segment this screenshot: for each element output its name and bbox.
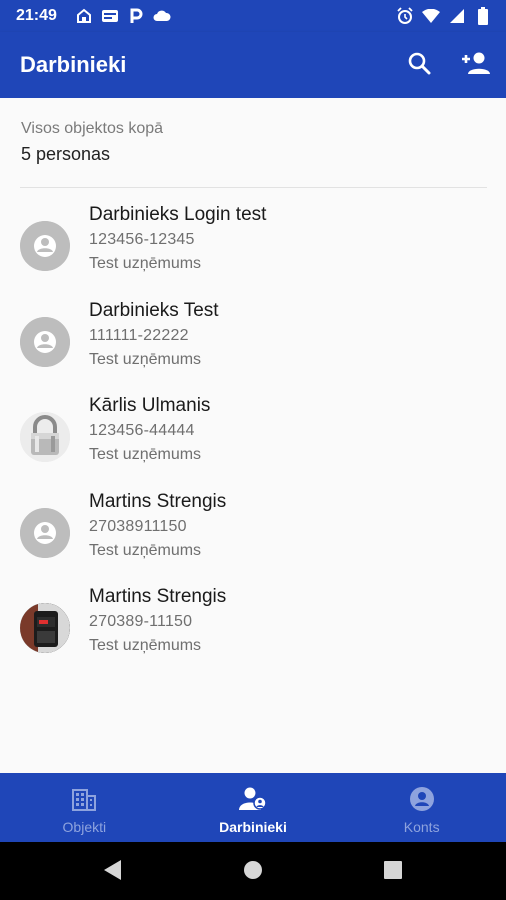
back-button[interactable] (101, 859, 123, 886)
list-item[interactable]: Martins Strengis 270389-11150 Test uzņēm… (0, 580, 506, 676)
app-bar-actions (404, 50, 490, 80)
employee-name: Martins Strengis (89, 490, 227, 512)
recents-button[interactable] (382, 860, 404, 884)
default-person-icon (20, 221, 70, 271)
add-person-icon (460, 51, 490, 80)
employee-name: Martins Strengis (89, 586, 227, 607)
list-item-text: Darbinieks Login test 123456-12345 Test … (89, 203, 266, 276)
building-icon (70, 785, 98, 813)
parking-icon (127, 7, 145, 25)
tab-label: Objekti (62, 819, 107, 835)
wifi-icon (422, 7, 440, 25)
status-left: 21:49 (16, 7, 171, 25)
employee-code: 123456-44444 (89, 422, 195, 439)
app-bar: Darbinieki (0, 32, 506, 98)
system-navigation-bar (0, 842, 506, 900)
summary-count: 5 personas (21, 144, 111, 164)
list-item-text: Martins Strengis 27038911150 Test uzņēmu… (89, 490, 226, 563)
employee-company: Test uzņēmums (89, 446, 202, 463)
summary-label: Visos objektos kopā (21, 120, 164, 137)
tab-label: Darbinieki (219, 819, 287, 835)
status-bar: 21:49 (0, 0, 506, 32)
tab-objekti[interactable]: Objekti (0, 773, 169, 842)
notification-card-icon (101, 7, 119, 25)
battery-icon (474, 7, 492, 25)
list-item-text: Kārlis Ulmanis 123456-44444 Test uzņēmum… (89, 394, 210, 467)
home-button[interactable] (242, 860, 264, 885)
device-photo (20, 603, 70, 653)
cloud-icon (153, 7, 171, 25)
employee-code: 27038911150 (89, 517, 187, 535)
home-icon (75, 7, 93, 25)
signal-icon (448, 7, 466, 25)
divider (20, 187, 487, 188)
back-triangle-icon (102, 859, 122, 886)
search-button[interactable] (404, 50, 434, 80)
tab-konts[interactable]: Konts (337, 773, 506, 842)
alarm-icon (396, 7, 414, 25)
employee-code: 123456-12345 (89, 231, 195, 248)
tab-darbinieki[interactable]: Darbinieki (169, 773, 338, 842)
list-item[interactable]: Martins Strengis 27038911150 Test uzņēmu… (0, 485, 506, 581)
default-person-icon (20, 507, 70, 558)
list-item[interactable]: Darbinieks Test 111111-22222 Test uzņēmu… (0, 294, 506, 390)
people-icon (239, 785, 267, 813)
default-person-icon (20, 316, 70, 367)
tab-label: Konts (403, 819, 440, 835)
status-right (396, 7, 492, 25)
list-item[interactable]: Darbinieks Login test 123456-12345 Test … (0, 198, 506, 294)
employee-name: Kārlis Ulmanis (89, 395, 211, 416)
padlock-photo (20, 412, 70, 462)
summary: Visos objektos kopā 5 personas (21, 120, 163, 165)
employee-list-screen: Visos objektos kopā 5 personas Darbiniek… (0, 98, 506, 773)
list-item-text: Martins Strengis 270389-11150 Test uzņēm… (89, 585, 226, 658)
employee-company: Test uzņēmums (89, 255, 202, 272)
page-title: Darbinieki (20, 52, 127, 77)
add-employee-button[interactable] (460, 50, 490, 80)
employee-company: Test uzņēmums (89, 637, 202, 654)
recents-square-icon (384, 860, 402, 884)
employee-code: 111111-22222 (89, 326, 189, 344)
employee-list: Darbinieks Login test 123456-12345 Test … (0, 198, 506, 676)
home-circle-icon (243, 860, 263, 885)
employee-code: 270389-11150 (89, 613, 193, 630)
search-icon (407, 51, 431, 80)
employee-name: Darbinieks Test (89, 299, 219, 321)
bottom-navigation: Objekti Darbinieki Konts (0, 773, 506, 842)
list-item-text: Darbinieks Test 111111-22222 Test uzņēmu… (89, 299, 219, 372)
account-icon (408, 785, 436, 813)
list-item[interactable]: Kārlis Ulmanis 123456-44444 Test uzņēmum… (0, 389, 506, 485)
employee-company: Test uzņēmums (89, 350, 202, 368)
employee-company: Test uzņēmums (89, 541, 202, 559)
status-time: 21:49 (16, 7, 57, 24)
employee-name: Darbinieks Login test (89, 204, 267, 225)
